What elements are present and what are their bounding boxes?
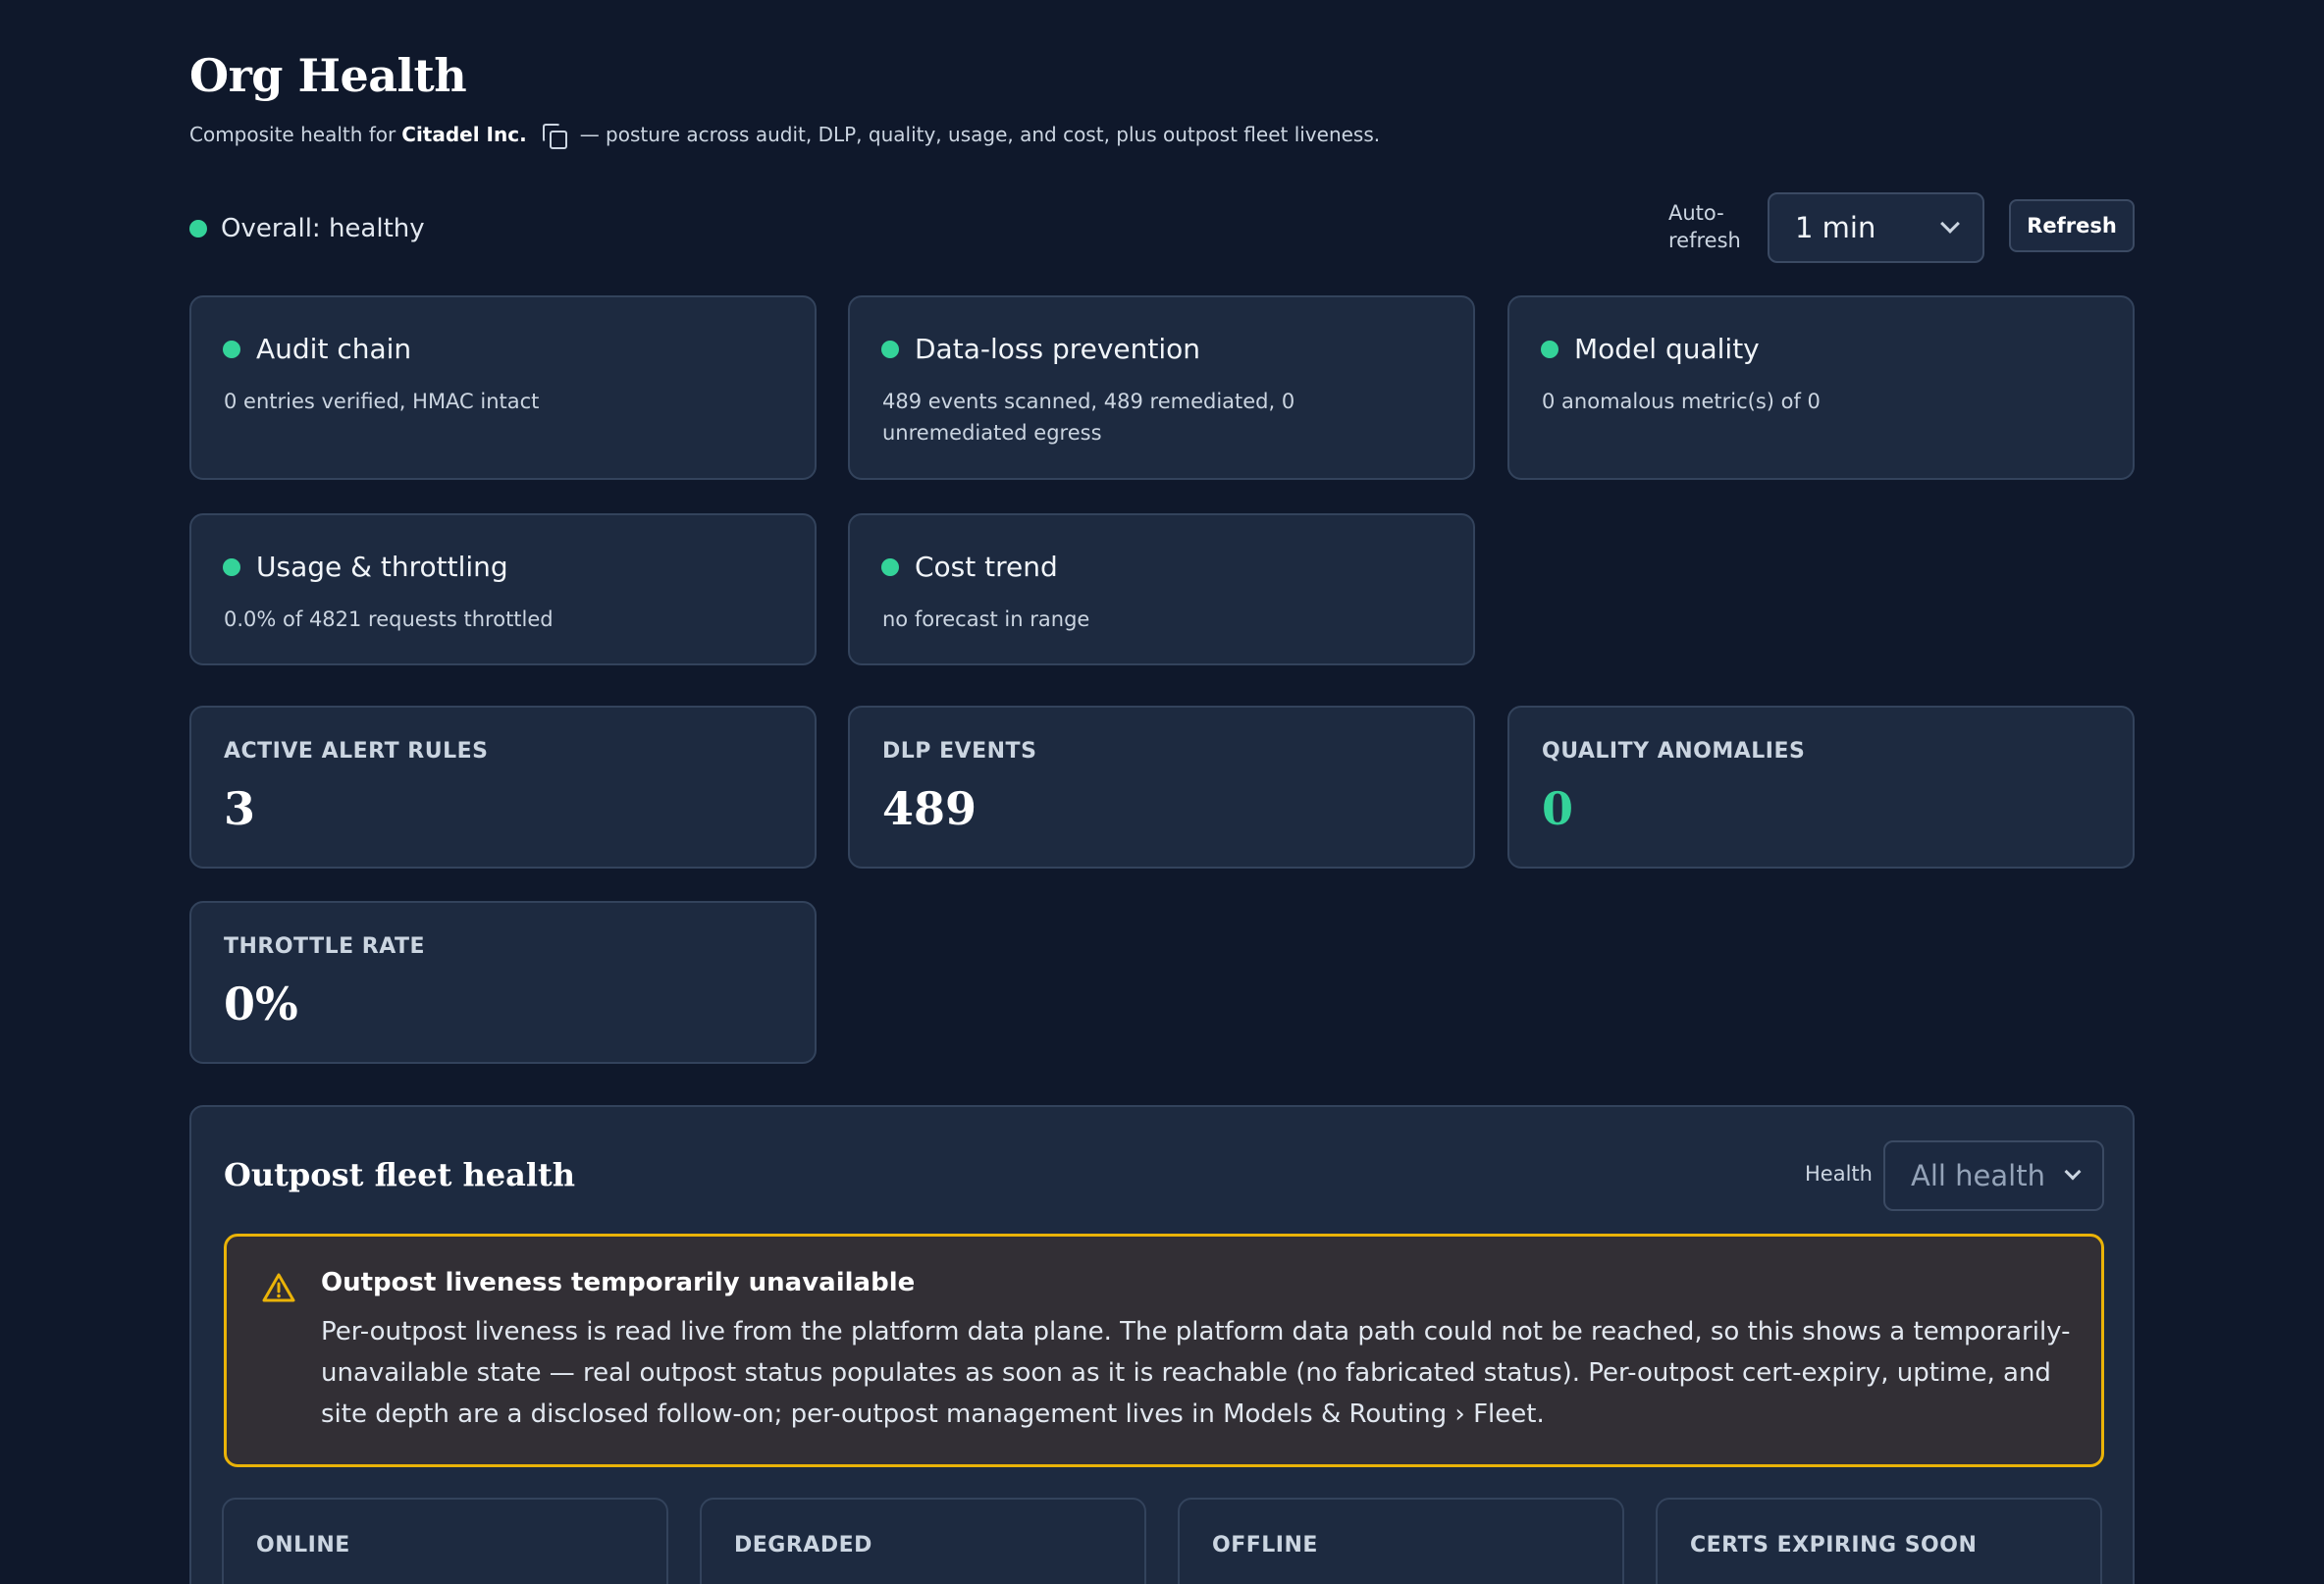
status-dot-icon xyxy=(223,557,240,576)
subtitle-suffix: — posture across audit, DLP, quality, us… xyxy=(579,123,1381,146)
stat-label: THROTTLE RATE xyxy=(224,934,426,959)
health-card-header: Usage & throttling xyxy=(223,551,508,583)
health-filter-select[interactable]: All health xyxy=(1883,1140,2104,1211)
auto-refresh-value: 1 min xyxy=(1795,211,1876,244)
fleet-stat-degraded: DEGRADED xyxy=(700,1498,1146,1584)
status-dot-icon xyxy=(1541,340,1558,358)
stat-label: OFFLINE xyxy=(1212,1533,1318,1558)
health-card-header: Data-loss prevention xyxy=(881,333,1200,365)
health-filter-label: Health xyxy=(1805,1162,1873,1186)
stat-label: CERTS EXPIRING SOON xyxy=(1690,1533,1978,1558)
fleet-stat-online: ONLINE xyxy=(222,1498,668,1584)
fleet-stat-offline: OFFLINE xyxy=(1178,1498,1624,1584)
health-card-dlp: Data-loss prevention 489 events scanned,… xyxy=(848,295,1475,480)
page-subtitle: Composite health for Citadel Inc. — post… xyxy=(189,122,1381,149)
stat-value: 0 xyxy=(1542,782,1574,835)
stat-card-throttle-rate: THROTTLE RATE 0% xyxy=(189,901,817,1064)
health-card-title: Model quality xyxy=(1574,333,1760,365)
chevron-down-icon xyxy=(2064,1163,2082,1181)
status-dot-icon xyxy=(189,220,207,238)
org-name: Citadel Inc. xyxy=(401,123,527,146)
stat-card-active-alert-rules: ACTIVE ALERT RULES 3 xyxy=(189,706,817,869)
health-card-desc: 0 entries verified, HMAC intact xyxy=(224,390,540,413)
auto-refresh-select[interactable]: 1 min xyxy=(1768,192,1984,263)
warning-body: Per-outpost liveness is read live from t… xyxy=(321,1317,2071,1429)
health-card-desc: no forecast in range xyxy=(882,607,1090,631)
status-dot-icon xyxy=(881,340,899,358)
health-card-desc: 0.0% of 4821 requests throttled xyxy=(224,607,554,631)
health-card-cost-trend: Cost trend no forecast in range xyxy=(848,513,1475,665)
org-health-page: Org Health Composite health for Citadel … xyxy=(0,0,2324,1584)
stat-label: DLP EVENTS xyxy=(882,739,1037,764)
stat-label: ACTIVE ALERT RULES xyxy=(224,739,489,764)
health-card-header: Audit chain xyxy=(223,333,411,365)
health-card-title: Audit chain xyxy=(256,333,412,365)
status-dot-icon xyxy=(881,557,899,576)
health-card-title: Data-loss prevention xyxy=(915,333,1201,365)
health-card-title: Usage & throttling xyxy=(256,551,508,583)
warning-title: Outpost liveness temporarily unavailable xyxy=(321,1268,916,1297)
copy-icon[interactable] xyxy=(541,122,567,149)
auto-refresh-label: Auto- refresh xyxy=(1668,201,1741,252)
subtitle-prefix: Composite health for xyxy=(189,123,396,146)
overall-status-label: Overall: healthy xyxy=(221,214,425,243)
stat-card-quality-anomalies: QUALITY ANOMALIES 0 xyxy=(1507,706,2135,869)
warning-icon xyxy=(262,1273,295,1302)
status-dot-icon xyxy=(223,340,240,358)
stat-label: QUALITY ANOMALIES xyxy=(1542,739,1806,764)
chevron-down-icon xyxy=(1940,214,1960,234)
health-card-model-quality: Model quality 0 anomalous metric(s) of 0 xyxy=(1507,295,2135,480)
stat-label: ONLINE xyxy=(256,1533,350,1558)
health-card-desc: 489 events scanned, 489 remediated, 0 un… xyxy=(882,390,1295,445)
page-title: Org Health xyxy=(189,49,467,102)
stat-card-dlp-events: DLP EVENTS 489 xyxy=(848,706,1475,869)
fleet-stat-certs-expiring: CERTS EXPIRING SOON xyxy=(1656,1498,2102,1584)
health-filter-value: All health xyxy=(1911,1159,2045,1192)
health-card-usage: Usage & throttling 0.0% of 4821 requests… xyxy=(189,513,817,665)
health-card-audit-chain: Audit chain 0 entries verified, HMAC int… xyxy=(189,295,817,480)
stat-label: DEGRADED xyxy=(734,1533,872,1558)
stat-value: 489 xyxy=(882,782,977,835)
refresh-button[interactable]: Refresh xyxy=(2009,199,2135,252)
stat-value: 3 xyxy=(224,782,256,835)
health-card-header: Model quality xyxy=(1541,333,1760,365)
liveness-warning-banner: Outpost liveness temporarily unavailable… xyxy=(224,1234,2104,1467)
stat-value: 0% xyxy=(224,977,298,1030)
health-card-title: Cost trend xyxy=(915,551,1058,583)
health-card-desc: 0 anomalous metric(s) of 0 xyxy=(1542,390,1821,413)
overall-status: Overall: healthy xyxy=(189,214,425,243)
fleet-title: Outpost fleet health xyxy=(224,1156,576,1193)
health-card-header: Cost trend xyxy=(881,551,1058,583)
